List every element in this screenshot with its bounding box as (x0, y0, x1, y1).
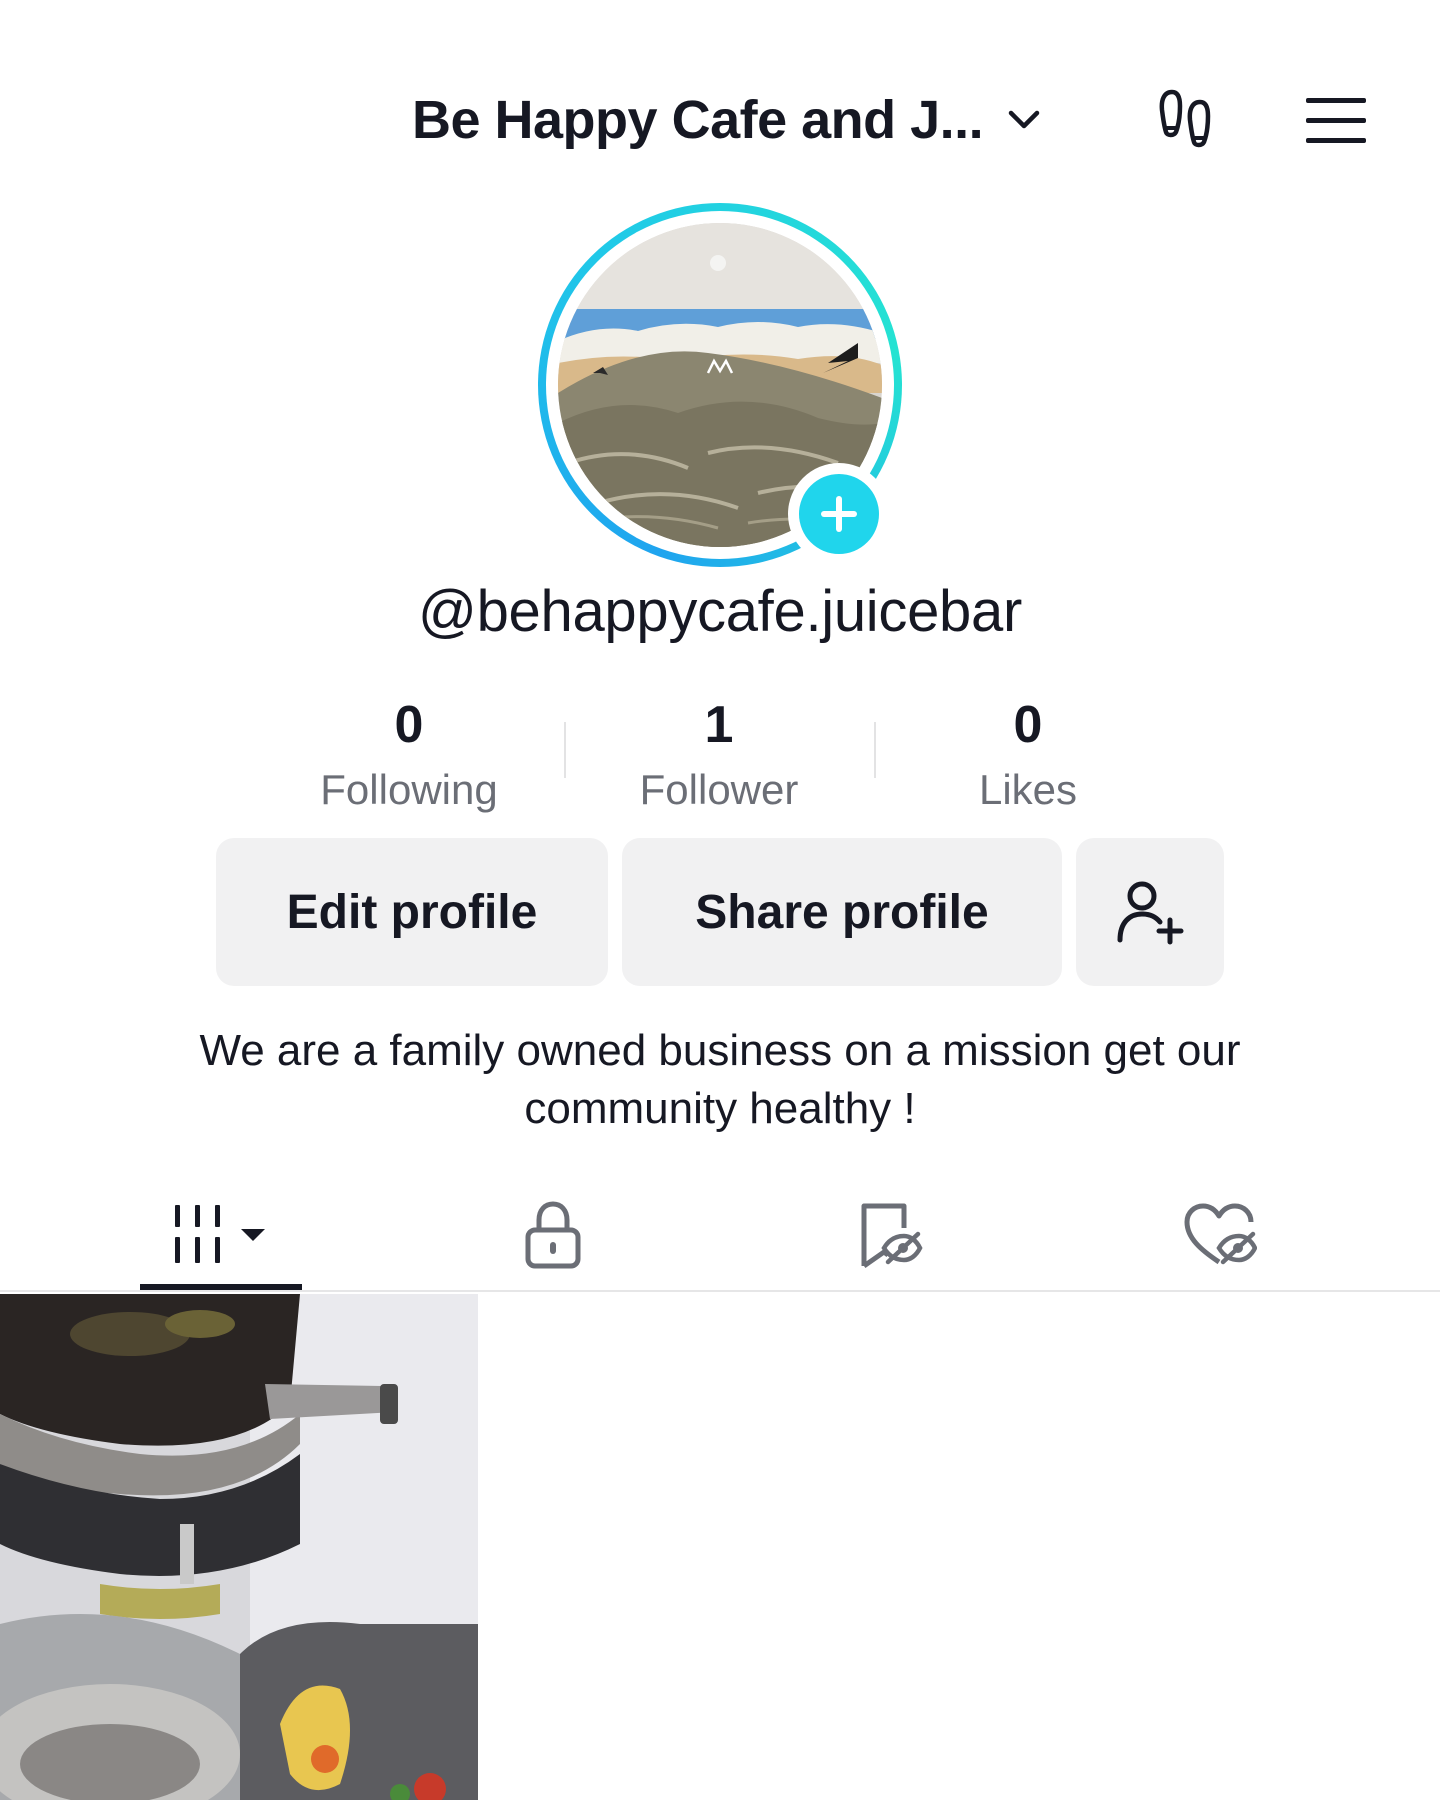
account-switcher[interactable]: Be Happy Cafe and J... (412, 80, 1043, 160)
profile-tabs (0, 1180, 1440, 1292)
hidden-bookmark-icon (861, 1203, 923, 1269)
tab-private[interactable] (480, 1180, 626, 1290)
stat-divider (874, 722, 876, 778)
share-profile-button[interactable]: Share profile (622, 838, 1062, 986)
following-count: 0 (394, 696, 424, 754)
edit-profile-button[interactable]: Edit profile (216, 838, 608, 986)
hidden-heart-icon (1184, 1203, 1257, 1265)
account-name: Be Happy Cafe and J... (412, 90, 984, 150)
likes-label: Likes (978, 766, 1078, 813)
username: @behappycafe.juicebar (418, 579, 1022, 644)
hamburger-menu-icon[interactable] (1302, 92, 1370, 148)
video-thumbnail[interactable] (0, 1294, 478, 1800)
stat-likes[interactable]: 0 Likes (878, 690, 1178, 820)
add-friend-button[interactable] (1076, 838, 1224, 986)
video-grid (0, 1294, 1440, 1800)
footprint-icon[interactable] (1152, 84, 1224, 156)
stat-following[interactable]: 0 Following (259, 690, 559, 820)
followers-count: 1 (704, 696, 734, 754)
following-label: Following (320, 766, 498, 813)
plus-icon (821, 496, 857, 532)
tab-videos[interactable] (140, 1180, 302, 1290)
profile-bio: We are a family owned business on a miss… (199, 1026, 1241, 1133)
add-user-icon (1117, 881, 1184, 945)
video-grid-icon (175, 1205, 265, 1263)
stat-followers[interactable]: 1 Follower (569, 690, 869, 820)
top-bar: Be Happy Cafe and J... (0, 80, 1440, 160)
followers-label: Follower (639, 766, 799, 813)
stat-divider (564, 722, 566, 778)
profile-stats: 0 Following 1 Follower 0 Likes (0, 690, 1440, 820)
active-tab-indicator (140, 1284, 302, 1290)
add-story-button[interactable] (788, 463, 890, 565)
profile-screen: Be Happy Cafe and J... @behappycafe.juic… (0, 0, 1440, 1800)
chevron-down-icon (1008, 110, 1040, 129)
avatar[interactable] (538, 203, 902, 567)
tab-favorites[interactable] (816, 1180, 962, 1290)
tab-liked[interactable] (1146, 1180, 1292, 1290)
likes-count: 0 (1013, 696, 1043, 754)
lock-icon (525, 1201, 581, 1269)
